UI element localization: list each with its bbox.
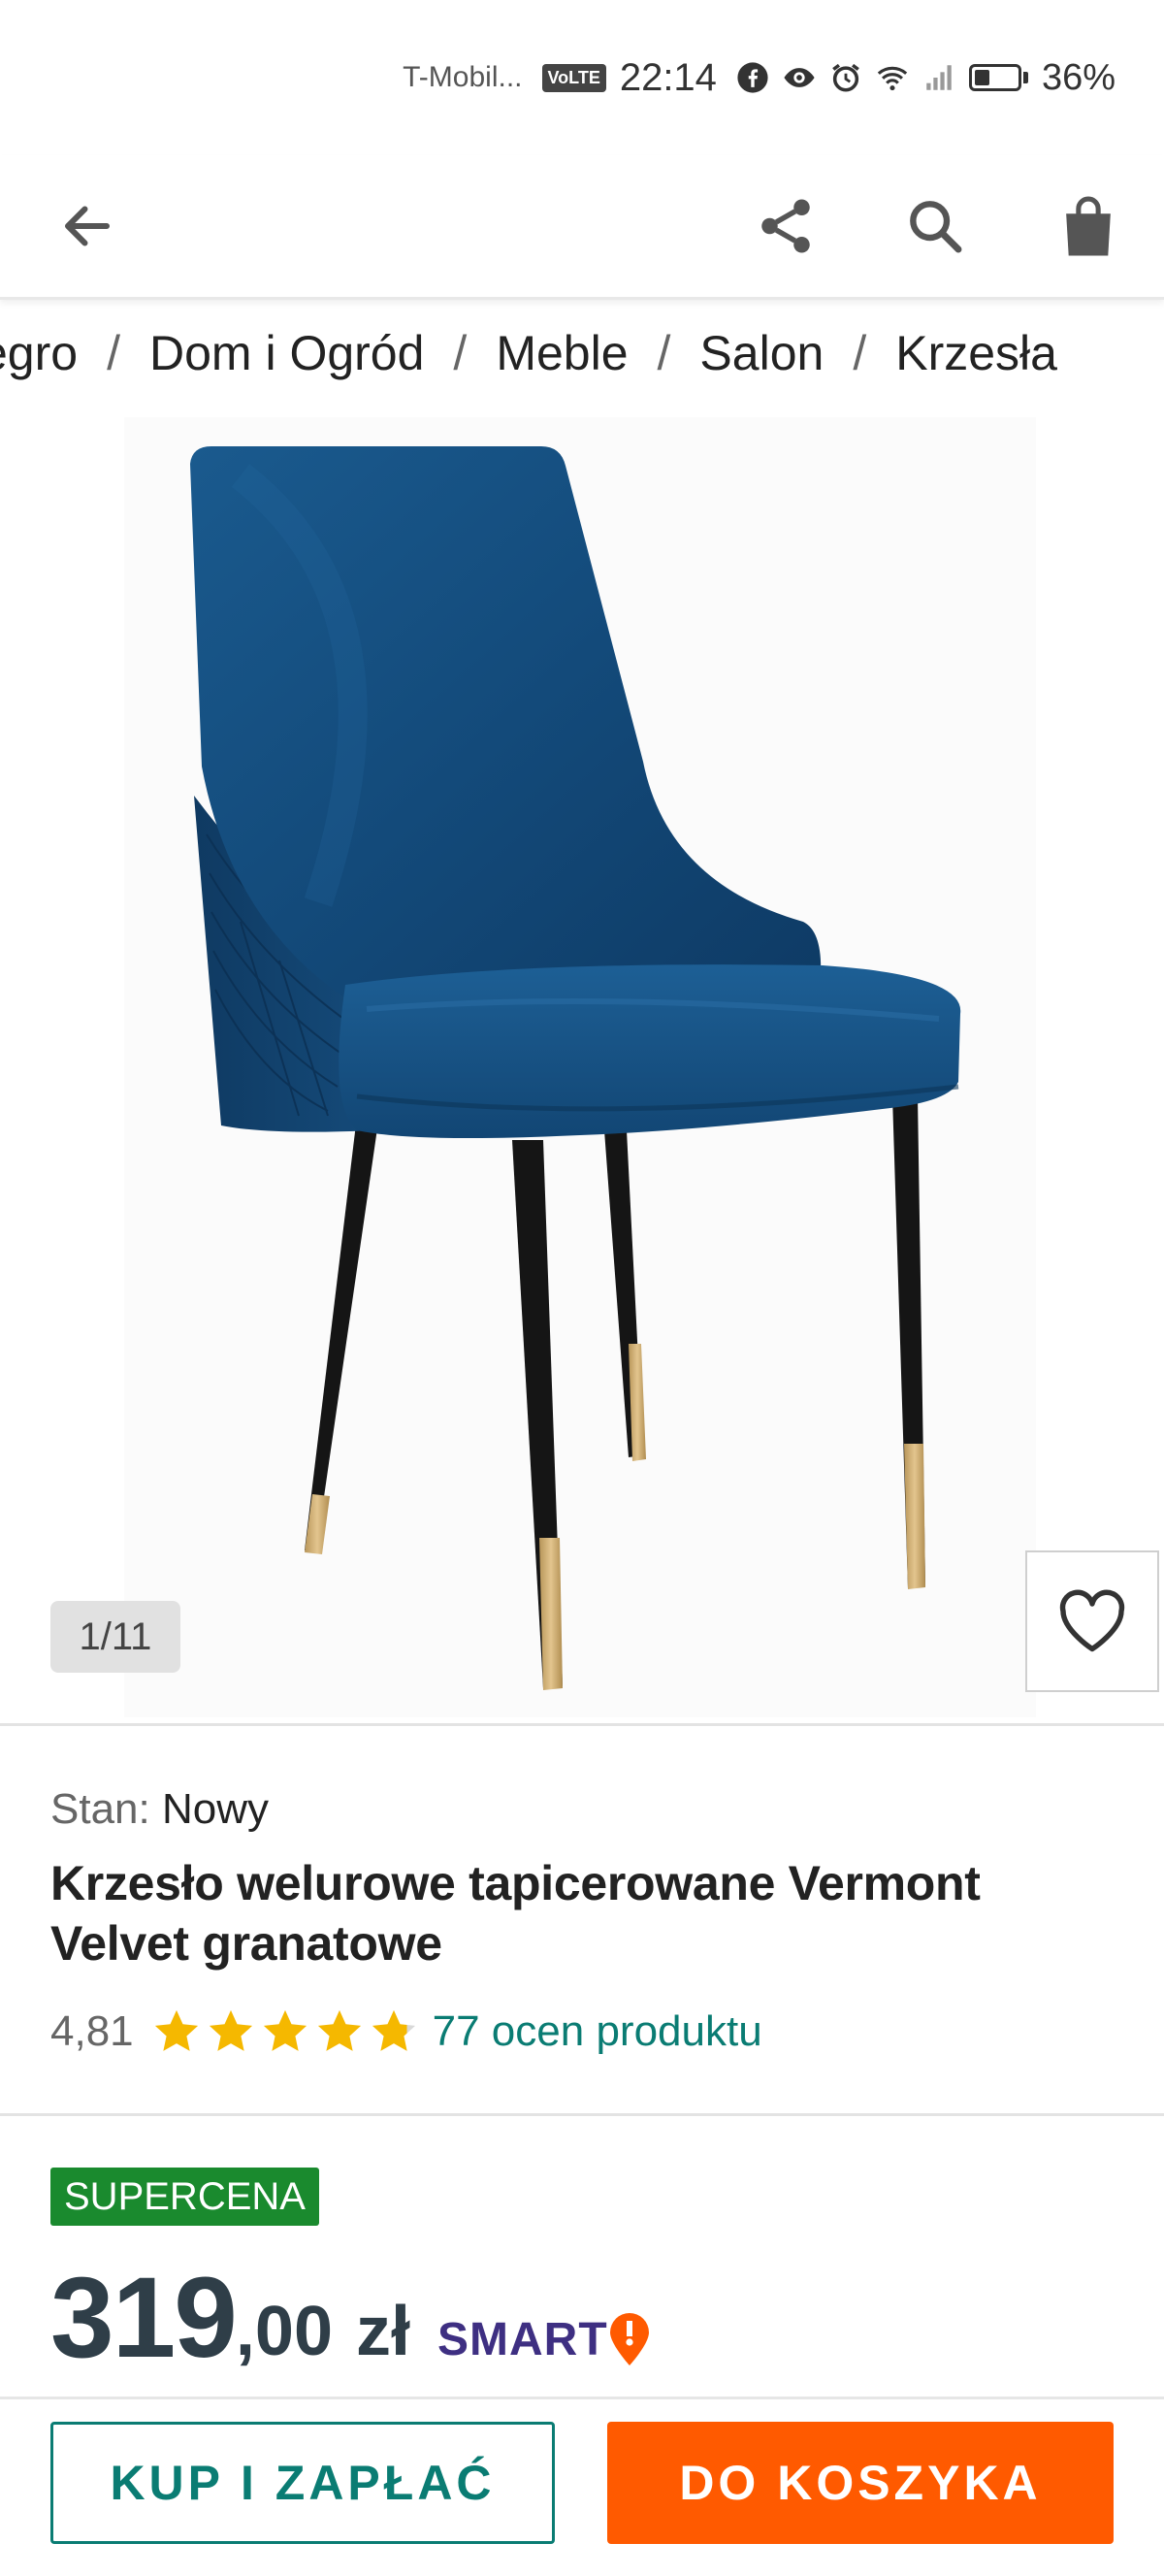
product-title: Krzesło welurowe tapicerowane Vermont Ve… (50, 1856, 981, 1971)
facebook-icon (737, 62, 768, 93)
battery-icon (968, 64, 1028, 91)
smart-logo: SMART (437, 2305, 651, 2375)
back-arrow-icon[interactable] (48, 187, 126, 265)
star-icon (209, 2009, 252, 2051)
price-currency: zł (355, 2293, 410, 2370)
breadcrumb-item[interactable]: Krzesła (895, 326, 1057, 380)
image-counter: 1/11 (50, 1601, 180, 1673)
price: 319 ,00 zł SMART (50, 2261, 651, 2375)
status-time: 22:14 (619, 55, 717, 99)
price-decimal: ,00 (235, 2293, 333, 2370)
price-integer: 319 (50, 2254, 238, 2382)
buy-now-button[interactable]: KUP I ZAPŁAĆ (50, 2422, 555, 2544)
breadcrumb: egro/Dom i Ogród/Meble/Salon/Krzesła (0, 325, 1057, 381)
condition-label: Stan: (50, 1785, 150, 1833)
product-image[interactable] (124, 417, 1036, 1717)
divider (0, 1723, 1164, 1726)
heart-icon (1059, 1589, 1125, 1652)
supercena-badge: SUPERCENA (50, 2168, 319, 2226)
chair-illustration (190, 446, 961, 1690)
eye-icon (784, 68, 815, 87)
breadcrumb-item[interactable]: Dom i Ogród (149, 326, 424, 380)
favorite-button[interactable] (1025, 1550, 1159, 1692)
smart-pin-icon (609, 2313, 649, 2365)
share-icon[interactable] (747, 187, 824, 265)
alarm-icon (832, 63, 859, 92)
breadcrumb-item[interactable]: Salon (699, 326, 824, 380)
shopping-bag-icon[interactable] (1050, 187, 1127, 265)
smart-label: SMART (437, 2314, 608, 2365)
star-icon (154, 2009, 198, 2051)
volte-icon: VoLTE (541, 63, 606, 92)
star-icon (317, 2009, 361, 2051)
rating-value: 4,81 (50, 2007, 134, 2055)
rating-stars (151, 2006, 419, 2057)
reviews-link[interactable]: 77 ocen produktu (433, 2007, 762, 2056)
wifi-icon (877, 66, 908, 91)
breadcrumb-item[interactable]: Meble (496, 326, 628, 380)
add-to-cart-button[interactable]: DO KOSZYKA (607, 2422, 1114, 2544)
search-icon[interactable] (896, 187, 974, 265)
condition-value: Nowy (161, 1785, 270, 1833)
divider (0, 2113, 1164, 2116)
carrier-name: T-Mobil... (403, 61, 523, 93)
battery-percent: 36% (1041, 56, 1116, 98)
status-bar: T-Mobil... VoLTE 22:14 36% (0, 0, 1164, 155)
rating[interactable]: 4,81 77 ocen produktu (50, 2006, 762, 2057)
star-icon (263, 2009, 307, 2051)
breadcrumb-item[interactable]: egro (0, 326, 78, 380)
condition: Stan: Nowy (50, 1785, 269, 1834)
signal-icon (926, 65, 952, 90)
star-icon (372, 2009, 415, 2051)
app-bar (0, 155, 1164, 300)
